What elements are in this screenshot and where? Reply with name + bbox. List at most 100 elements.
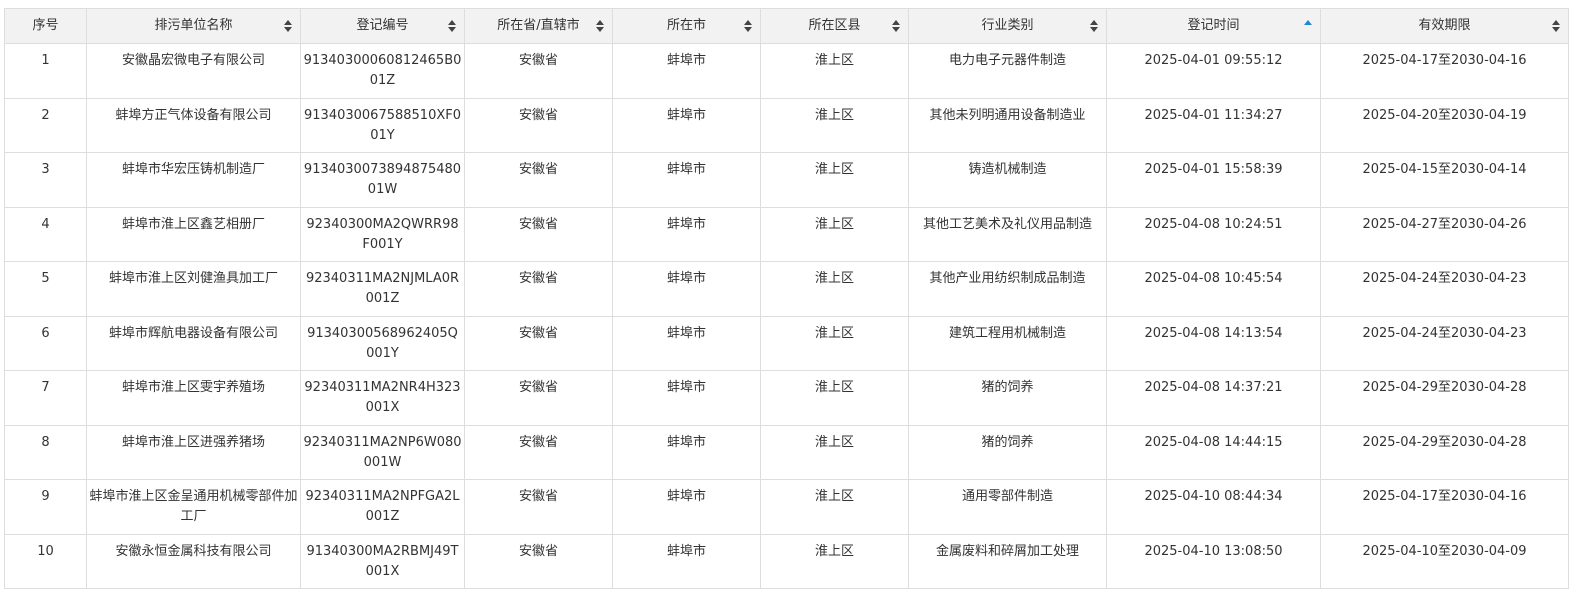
cell-registration-number: 91340300060812465B001Z: [300, 43, 465, 99]
cell-seq-number: 6: [4, 315, 87, 371]
cell-registration-number: 9134030067588510XF001Y: [300, 97, 465, 153]
cell-industry-category: 其他工艺美术及礼仪用品制造: [908, 206, 1107, 262]
cell-validity-period: 2025-04-15至2030-04-14: [1320, 152, 1569, 208]
cell-validity-period: 2025-04-17至2030-04-16: [1320, 479, 1569, 535]
caret-up-icon: [892, 20, 900, 25]
cell-industry-category: 建筑工程用机械制造: [908, 315, 1107, 371]
cell-registration-time: 2025-04-08 14:13:54: [1106, 315, 1321, 371]
sort-toggle-icon[interactable]: [1090, 20, 1098, 32]
cell-validity-period: 2025-04-24至2030-04-23: [1320, 261, 1569, 317]
cell-validity-period: 2025-04-20至2030-04-19: [1320, 97, 1569, 153]
cell-registration-number: 92340300MA2QWRR98F001Y: [300, 206, 465, 262]
table-row: 8 蚌埠市淮上区进强养猪场 92340311MA2NP6W080001W 安徽省 蚌埠市…: [4, 424, 1569, 480]
cell-registration-number: 92340311MA2NP6W080001W: [300, 424, 465, 480]
cell-city: 蚌埠市: [612, 152, 761, 208]
cell-district: 淮上区: [760, 370, 909, 426]
caret-up-icon: [448, 20, 456, 25]
cell-seq-number: 1: [4, 43, 87, 99]
cell-district: 淮上区: [760, 424, 909, 480]
cell-city: 蚌埠市: [612, 315, 761, 371]
cell-validity-period: 2025-04-29至2030-04-28: [1320, 370, 1569, 426]
table-row: 5 蚌埠市淮上区刘健渔具加工厂 92340311MA2NJMLA0R001Z 安徽省蚌…: [4, 261, 1569, 317]
column-header-validity-period[interactable]: 有效期限: [1320, 8, 1569, 44]
column-header-label: 序号: [32, 18, 59, 33]
cell-province: 安徽省: [464, 43, 613, 99]
caret-down-icon: [1090, 27, 1098, 32]
cell-industry-category: 金属废料和碎屑加工处理: [908, 533, 1107, 589]
cell-validity-period: 2025-04-29至2030-04-28: [1320, 424, 1569, 480]
cell-registration-number: 91340300MA2RBMJ49T001X: [300, 533, 465, 589]
cell-industry-category: 电力电子元器件制造: [908, 43, 1107, 99]
column-header-unit-name[interactable]: 排污单位名称: [86, 8, 301, 44]
sort-toggle-icon[interactable]: [1552, 20, 1560, 32]
cell-industry-category: 其他产业用纺织制成品制造: [908, 261, 1107, 317]
sort-toggle-icon[interactable]: [448, 20, 456, 32]
column-header-registration-time[interactable]: 登记时间: [1106, 8, 1321, 44]
cell-registration-time: 2025-04-08 14:37:21: [1106, 370, 1321, 426]
sort-toggle-icon[interactable]: [892, 20, 900, 32]
cell-registration-time: 2025-04-08 10:45:54: [1106, 261, 1321, 317]
cell-district: 淮上区: [760, 97, 909, 153]
caret-down-icon: [744, 27, 752, 32]
column-header-industry-category[interactable]: 行业类别: [908, 8, 1107, 44]
caret-up-icon: [596, 20, 604, 25]
caret-down-icon: [448, 27, 456, 32]
cell-seq-number: 5: [4, 261, 87, 317]
cell-industry-category: 猪的饲养: [908, 370, 1107, 426]
pollutant-registration-table: 序号 排污单位名称 登记编号 所在省/直辖市 所在市 所在区县 行业类别 登记时间 有效期限 1…: [4, 8, 1569, 589]
column-header-label: 有效期限: [1418, 18, 1471, 33]
cell-province: 安徽省: [464, 533, 613, 589]
table-row: 1 安徽晶宏微电子有限公司 91340300060812465B001Z 安徽省 蚌埠市…: [4, 43, 1569, 99]
cell-registration-time: 2025-04-10 08:44:34: [1106, 479, 1321, 535]
cell-district: 淮上区: [760, 206, 909, 262]
sort-toggle-icon[interactable]: [596, 20, 604, 32]
column-header-city[interactable]: 所在市: [612, 8, 761, 44]
column-header-registration-number[interactable]: 登记编号: [300, 8, 465, 44]
table-body: 1 安徽晶宏微电子有限公司 91340300060812465B001Z 安徽省 蚌埠市…: [4, 43, 1569, 589]
column-header-province[interactable]: 所在省/直辖市: [464, 8, 613, 44]
cell-city: 蚌埠市: [612, 206, 761, 262]
cell-seq-number: 4: [4, 206, 87, 262]
cell-unit-name: 蚌埠方正气体设备有限公司: [86, 97, 301, 153]
cell-city: 蚌埠市: [612, 479, 761, 535]
cell-province: 安徽省: [464, 315, 613, 371]
cell-seq-number: 9: [4, 479, 87, 535]
cell-province: 安徽省: [464, 152, 613, 208]
column-header-district[interactable]: 所在区县: [760, 8, 909, 44]
column-header-label: 登记时间: [1187, 18, 1240, 33]
cell-unit-name: 蚌埠市淮上区金呈通用机械零部件加工厂: [86, 479, 301, 535]
cell-province: 安徽省: [464, 424, 613, 480]
cell-city: 蚌埠市: [612, 97, 761, 153]
cell-registration-number: 92340311MA2NPFGA2L001Z: [300, 479, 465, 535]
table-row: 6 蚌埠市辉航电器设备有限公司 91340300568962405Q001Y 安徽省蚌…: [4, 315, 1569, 371]
cell-district: 淮上区: [760, 533, 909, 589]
cell-seq-number: 2: [4, 97, 87, 153]
caret-up-icon: [284, 20, 292, 25]
cell-province: 安徽省: [464, 206, 613, 262]
pollutant-registration-table-container: 序号 排污单位名称 登记编号 所在省/直辖市 所在市 所在区县 行业类别 登记时间 有效期限 1…: [4, 8, 1569, 589]
cell-province: 安徽省: [464, 479, 613, 535]
cell-city: 蚌埠市: [612, 424, 761, 480]
sort-ascending-icon[interactable]: [1304, 20, 1312, 32]
cell-industry-category: 通用零部件制造: [908, 479, 1107, 535]
cell-unit-name: 蚌埠市辉航电器设备有限公司: [86, 315, 301, 371]
sort-toggle-icon[interactable]: [744, 20, 752, 32]
cell-validity-period: 2025-04-24至2030-04-23: [1320, 315, 1569, 371]
caret-up-icon: [1304, 20, 1312, 25]
cell-seq-number: 8: [4, 424, 87, 480]
cell-unit-name: 蚌埠市淮上区进强养猪场: [86, 424, 301, 480]
cell-unit-name: 蚌埠市淮上区雯宇养殖场: [86, 370, 301, 426]
table-row: 3 蚌埠市华宏压铸机制造厂 913403007389487548001W 安徽省 蚌埠市…: [4, 152, 1569, 208]
cell-validity-period: 2025-04-17至2030-04-16: [1320, 43, 1569, 99]
cell-city: 蚌埠市: [612, 43, 761, 99]
cell-district: 淮上区: [760, 152, 909, 208]
sort-toggle-icon[interactable]: [284, 20, 292, 32]
cell-district: 淮上区: [760, 261, 909, 317]
table-row: 10 安徽永恒金属科技有限公司 91340300MA2RBMJ49T001X 安徽省蚌…: [4, 533, 1569, 589]
cell-industry-category: 铸造机械制造: [908, 152, 1107, 208]
column-header-label: 排污单位名称: [154, 18, 233, 33]
cell-registration-time: 2025-04-01 11:34:27: [1106, 97, 1321, 153]
cell-unit-name: 蚌埠市淮上区刘健渔具加工厂: [86, 261, 301, 317]
caret-down-icon: [1552, 27, 1560, 32]
cell-province: 安徽省: [464, 370, 613, 426]
